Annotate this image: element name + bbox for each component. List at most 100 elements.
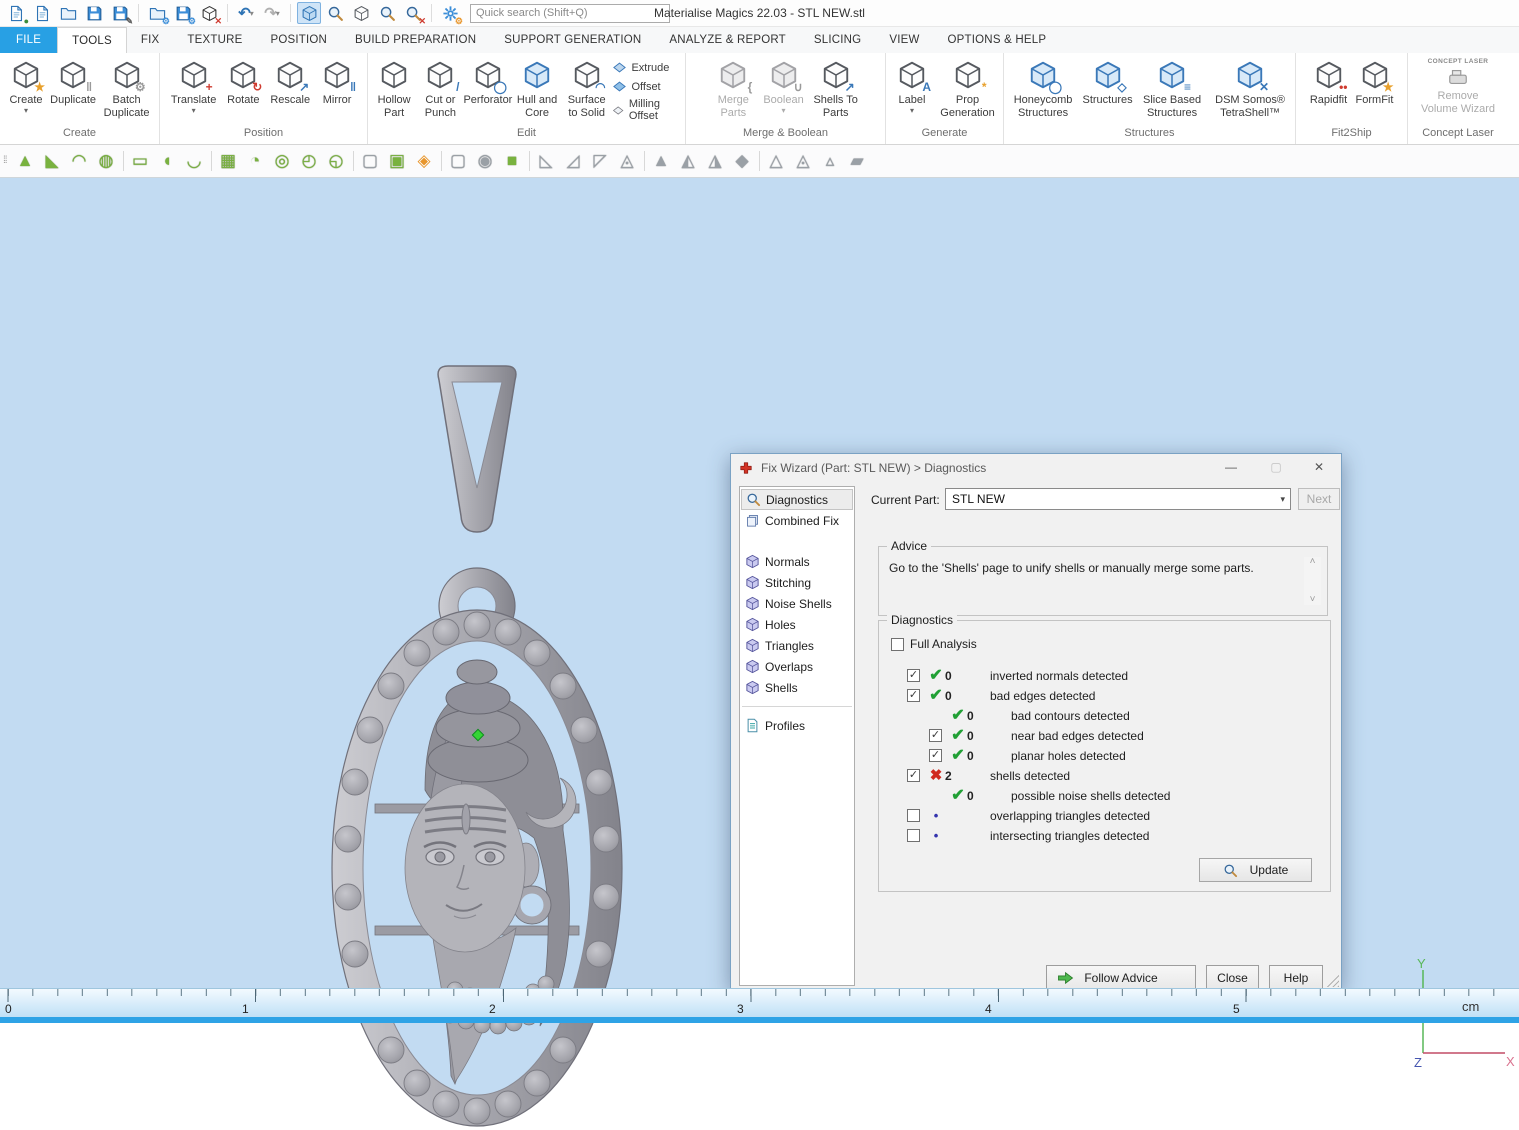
diag-checkbox[interactable] (907, 829, 920, 842)
fix-wizard-dialog[interactable]: Fix Wizard (Part: STL NEW) > Diagnostics… (730, 453, 1342, 990)
pie2-mark-tool-icon[interactable]: ◵ (323, 148, 350, 174)
sidebar-item-profiles[interactable]: Profiles (741, 715, 853, 736)
tab-texture[interactable]: TEXTURE (173, 27, 256, 53)
zoom-part-icon[interactable] (323, 2, 347, 24)
full-analysis-row[interactable]: Full Analysis (891, 637, 977, 651)
load-project-icon[interactable]: ⚙ (145, 2, 169, 24)
mark-triangle-tool-icon[interactable]: ▲ (12, 148, 39, 174)
delete-marked-icon[interactable]: ▲ (648, 148, 675, 174)
unzoom-part-icon[interactable] (349, 2, 373, 24)
duplicate-button[interactable]: ‖ Duplicate (50, 56, 96, 109)
formfit-button[interactable]: ★ FormFit (1353, 56, 1397, 109)
shells-to-parts-button[interactable]: ↗ Shells To Parts (809, 56, 863, 121)
mark-surface-tool-icon[interactable]: ◠ (66, 148, 93, 174)
tab-analyze-report[interactable]: ANALYZE & REPORT (655, 27, 800, 53)
rescale-button[interactable]: ↗ Rescale (267, 56, 313, 109)
mark-inside-tool-icon[interactable]: ◉ (472, 148, 499, 174)
milling-offset-button[interactable]: Milling Offset (612, 98, 681, 122)
tab-fix[interactable]: FIX (127, 27, 174, 53)
next-button[interactable]: Next (1298, 488, 1340, 510)
scroll-up-icon[interactable]: ˄ (1310, 557, 1316, 567)
tab-build-preparation[interactable]: BUILD PREPARATION (341, 27, 490, 53)
boolean-button[interactable]: ∪ Boolean ▾ (760, 56, 806, 116)
sidebar-item-diagnostics[interactable]: Diagnostics (741, 489, 853, 510)
brush-mark-tool-icon[interactable]: ◔ (242, 148, 269, 174)
undo-icon[interactable]: ↶▾ (234, 2, 258, 24)
select-part-tool-icon[interactable] (297, 2, 321, 24)
current-part-dropdown[interactable]: STL NEW ▾ (945, 488, 1291, 510)
surface-to-solid-button[interactable]: ◠ Surface to Solid (563, 56, 611, 121)
remove-volume-wizard-button[interactable]: CONCEPT LASER Remove Volume Wizard (1415, 56, 1501, 117)
select-shell-icon[interactable]: ◬ (614, 148, 641, 174)
select-surface-icon[interactable]: ◸ (587, 148, 614, 174)
select-plane-icon[interactable]: ◿ (560, 148, 587, 174)
tab-file[interactable]: FILE (0, 27, 57, 53)
tab-tools[interactable]: TOOLS (57, 27, 127, 53)
hide-marked-icon[interactable]: ▰ (844, 148, 871, 174)
app-logo-icon[interactable]: ● (4, 2, 28, 24)
diag-checkbox[interactable]: ✓ (929, 729, 942, 742)
update-button[interactable]: Update (1199, 858, 1312, 882)
dialog-close-button[interactable]: ✕ (1299, 454, 1339, 480)
tab-support-generation[interactable]: SUPPORT GENERATION (490, 27, 655, 53)
invert-marked-icon[interactable]: ◭ (675, 148, 702, 174)
settings-gear-icon[interactable]: ⚙ (438, 2, 462, 24)
refresh-marked-icon[interactable]: ◬ (790, 148, 817, 174)
follow-advice-button[interactable]: Follow Advice (1046, 965, 1196, 990)
dsm-somos-tetrashell-button[interactable]: ✕ DSM Somos® TetraShell™ (1209, 56, 1291, 121)
mark-colored-part-tool-icon[interactable]: ◈ (411, 148, 438, 174)
window-mark-tool-icon[interactable]: ▦ (215, 148, 242, 174)
create-button[interactable]: ★ Create ▾ (4, 56, 48, 116)
rotate-button[interactable]: ↻ Rotate (221, 56, 265, 109)
extrude-button[interactable]: Extrude (612, 60, 681, 75)
save-icon[interactable] (82, 2, 106, 24)
sidebar-item-overlaps[interactable]: Overlaps (741, 656, 853, 677)
redo-icon[interactable]: ↷▾ (260, 2, 284, 24)
pie-mark-tool-icon[interactable]: ◴ (296, 148, 323, 174)
translate-button[interactable]: + Translate ▾ (168, 56, 219, 116)
tab-options-help[interactable]: OPTIONS & HELP (934, 27, 1061, 53)
rect-mark-tool-icon[interactable]: ▭ (127, 148, 154, 174)
perforator-button[interactable]: ◯ Perforator (465, 56, 512, 109)
dialog-resize-grip[interactable] (1327, 975, 1339, 987)
tab-view[interactable]: VIEW (875, 27, 933, 53)
diag-checkbox[interactable]: ✓ (907, 689, 920, 702)
unmark-cube-tool-icon[interactable]: ▢ (445, 148, 472, 174)
offset-button[interactable]: Offset (612, 79, 681, 94)
select-triangle-icon[interactable]: ◺ (533, 148, 560, 174)
batch-duplicate-button[interactable]: ⚙ Batch Duplicate (98, 56, 155, 121)
dialog-minimize-button[interactable]: — (1211, 454, 1251, 480)
prop-generation-button[interactable]: * Prop Generation (936, 56, 999, 121)
diag-checkbox[interactable]: ✓ (929, 749, 942, 762)
copy-marked-icon[interactable]: ◮ (702, 148, 729, 174)
zoom-in-icon[interactable] (375, 2, 399, 24)
view-marked-icon[interactable]: ▵ (817, 148, 844, 174)
mark-all-tool-icon[interactable]: ■ (499, 148, 526, 174)
sidebar-item-normals[interactable]: Normals (741, 551, 853, 572)
mark-cube-tool-icon[interactable]: ▢ (357, 148, 384, 174)
save-project-icon[interactable]: ⚙ (171, 2, 195, 24)
sidebar-item-triangles[interactable]: Triangles (741, 635, 853, 656)
sidebar-item-combined-fix[interactable]: Combined Fix (741, 510, 853, 531)
freeform-mark-tool-icon[interactable]: ◡ (181, 148, 208, 174)
quick-search-input[interactable] (470, 4, 670, 23)
tab-slicing[interactable]: SLICING (800, 27, 875, 53)
fill-marked-icon[interactable]: ◆ (729, 148, 756, 174)
mark-plane-tool-icon[interactable]: ◣ (39, 148, 66, 174)
tab-position[interactable]: POSITION (256, 27, 341, 53)
structures-button[interactable]: ◇ Structures (1080, 56, 1135, 109)
ellipse-mark-tool-icon[interactable]: ◖ (154, 148, 181, 174)
advice-scrollbar[interactable]: ˄ ˅ (1304, 557, 1321, 605)
3d-viewport[interactable]: Y X Z Fix Wizard (Part: STL NEW) > Diagn… (0, 178, 1519, 988)
full-analysis-checkbox[interactable] (891, 638, 904, 651)
mark-shell-tool-icon[interactable]: ◍ (93, 148, 120, 174)
cut-or-punch-button[interactable]: / Cut or Punch (418, 56, 462, 121)
sidebar-item-stitching[interactable]: Stitching (741, 572, 853, 593)
star-mark-tool-icon[interactable]: ◎ (269, 148, 296, 174)
hull-and-core-button[interactable]: Hull and Core (513, 56, 561, 121)
zoom-off-icon[interactable]: ✕ (401, 2, 425, 24)
save-as-icon[interactable]: ✎ (108, 2, 132, 24)
diag-checkbox[interactable]: ✓ (907, 669, 920, 682)
rapidfit-button[interactable]: •• Rapidfit (1307, 56, 1351, 109)
new-file-icon[interactable] (30, 2, 54, 24)
